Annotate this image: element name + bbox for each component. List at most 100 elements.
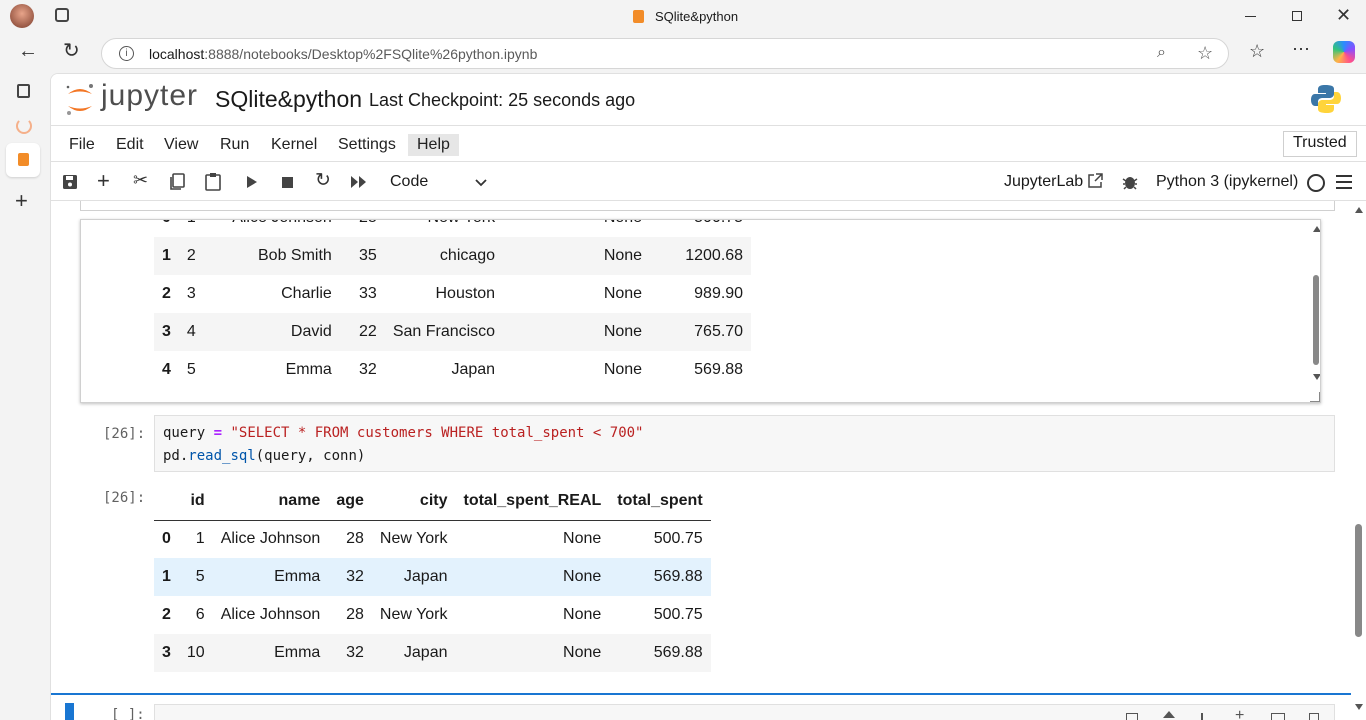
trusted-button[interactable]: Trusted: [1283, 131, 1357, 157]
reload-icon[interactable]: ↻: [63, 41, 80, 61]
url-host: localhost: [149, 46, 205, 62]
cell-type-select[interactable]: Code: [385, 168, 493, 196]
browser-sidebar: +: [0, 73, 50, 720]
table-row: 1 5 Emma 32 Japan None 569.88: [154, 558, 711, 596]
site-info-icon[interactable]: i: [119, 46, 134, 61]
column-total-spent-real: total_spent_REAL: [463, 491, 602, 509]
scroll-up-arrow-icon[interactable]: [1313, 226, 1320, 232]
run-icon[interactable]: [246, 175, 258, 189]
favorites-icon[interactable]: ☆: [1249, 42, 1265, 60]
insert-cell-icon[interactable]: +: [97, 170, 110, 192]
menu-run[interactable]: Run: [211, 134, 258, 156]
page-scrollbar[interactable]: [1351, 201, 1366, 720]
favorite-star-icon[interactable]: ☆: [1197, 44, 1213, 62]
workspaces-icon[interactable]: [55, 8, 69, 22]
kernel-name[interactable]: Python 3 (ipykernel): [1156, 173, 1298, 191]
menu-view[interactable]: View: [155, 134, 207, 156]
cell-toolbar: +: [1121, 707, 1321, 720]
back-icon[interactable]: ←: [18, 41, 38, 61]
external-link-icon[interactable]: [1087, 173, 1103, 189]
cut-icon[interactable]: ✂: [133, 171, 148, 189]
table-row: 1 2 Bob Smith 35 chicago None 1200.68: [154, 237, 752, 275]
table-row: 2 3 Charlie 33 Houston None 989.90: [162, 285, 744, 302]
stop-icon[interactable]: [282, 177, 293, 188]
notebook-panel[interactable]: 0 1 Alice Johnson 28 New York None 500.7…: [51, 201, 1351, 720]
table-row: 3 4 David 22 San Francisco None 765.70: [154, 313, 752, 351]
profile-avatar[interactable]: [10, 4, 34, 28]
address-bar[interactable]: i localhost:8888/notebooks/Desktop%2FSQl…: [101, 38, 1229, 69]
table-row: 4 5 Emma 32 Japan None 569.88: [162, 361, 744, 378]
output-scrollbar[interactable]: [1311, 220, 1320, 402]
copy-icon[interactable]: [169, 173, 186, 191]
column-total-spent: total_spent: [617, 491, 703, 509]
column-city: city: [419, 491, 448, 509]
menu-settings[interactable]: Settings: [329, 134, 405, 156]
table-row: 0 1 Alice Johnson 28 New York None 500.7…: [162, 530, 703, 548]
input-prompt: [26]:: [103, 426, 146, 442]
move-up-icon[interactable]: [1163, 711, 1175, 718]
close-icon[interactable]: ✕: [1336, 6, 1351, 24]
restore-icon[interactable]: [1292, 11, 1302, 21]
cell-menu-icon[interactable]: [1271, 713, 1285, 720]
page-scroll-up-icon[interactable]: [1355, 207, 1363, 213]
copilot-icon[interactable]: [1333, 41, 1355, 63]
menu-kernel[interactable]: Kernel: [262, 134, 326, 156]
url-path: :8888/notebooks/Desktop%2FSQlite%26pytho…: [204, 46, 538, 62]
debugger-bug-icon[interactable]: [1122, 173, 1138, 191]
menu-edit[interactable]: Edit: [107, 134, 153, 156]
output-dataframe-2: id name age city total_spent_REAL total_…: [154, 482, 711, 672]
insert-below-icon[interactable]: +: [1235, 707, 1244, 720]
url-text[interactable]: localhost:8888/notebooks/Desktop%2FSQlit…: [149, 46, 537, 62]
previous-cell-border: [80, 201, 1335, 211]
code-line-1: query = "SELECT * FROM customers WHERE t…: [163, 425, 644, 441]
hamburger-menu-icon[interactable]: [1336, 175, 1352, 189]
loading-tab-icon[interactable]: [16, 118, 32, 134]
more-menu-icon[interactable]: ⋯: [1292, 40, 1310, 58]
code-line-2: pd.read_sql(query, conn): [163, 448, 366, 464]
jupyter-logo-icon[interactable]: [64, 82, 96, 118]
run-all-icon[interactable]: [350, 175, 368, 189]
checkpoint-status: Last Checkpoint: 25 seconds ago: [369, 90, 636, 110]
restart-icon[interactable]: ↻: [315, 171, 331, 190]
tab-favicon-icon: [633, 10, 644, 23]
notebook-title[interactable]: SQlite&python: [215, 86, 362, 113]
active-tab-indicator[interactable]: [6, 143, 40, 177]
table-row: 3 10 Emma 32 Japan None 569.88: [154, 634, 711, 672]
browser-address-row: ← ↻ i localhost:8888/notebooks/Desktop%2…: [0, 33, 1366, 73]
kernel-status-icon: [1307, 174, 1325, 192]
menu-help[interactable]: Help: [408, 134, 459, 156]
active-cell[interactable]: [ ]: +: [51, 693, 1351, 720]
move-down-icon[interactable]: [1201, 713, 1203, 720]
resize-handle-icon[interactable]: [1310, 392, 1320, 402]
jupyter-header: jupyter SQlite&python Last Checkpoint: 2…: [51, 74, 1366, 126]
column-id: id: [190, 491, 205, 509]
python-logo-icon: [1311, 85, 1341, 113]
zoom-icon[interactable]: ⌕: [1157, 45, 1166, 61]
empty-cell-prompt: [ ]:: [111, 707, 145, 720]
page-scrollbar-thumb[interactable]: [1355, 524, 1362, 637]
table-row: 0 1 Alice Johnson 28 New York None 500.7…: [154, 220, 751, 237]
delete-cell-icon[interactable]: [1309, 713, 1319, 720]
tab-title[interactable]: SQlite&python: [655, 9, 738, 24]
new-tab-icon[interactable]: +: [15, 190, 28, 212]
table-row: 2 6 Alice Johnson 28 New York None 500.7…: [162, 606, 703, 623]
save-icon[interactable]: [62, 174, 78, 190]
code-cell-input[interactable]: query = "SELECT * FROM customers WHERE t…: [154, 415, 1335, 472]
notebook-tab-icon: [18, 153, 29, 166]
browser-title-bar: SQlite&python ✕: [0, 0, 1366, 33]
jupyter-logo-text[interactable]: jupyter: [101, 79, 198, 113]
scrollbar-thumb[interactable]: [1313, 275, 1319, 365]
menu-bar: File Edit View Run Kernel Settings Help …: [51, 127, 1366, 162]
minimize-icon[interactable]: [1245, 16, 1256, 17]
tab-actions-icon[interactable]: [17, 84, 30, 98]
output-dataframe-1: 0 1 Alice Johnson 28 New York None 500.7…: [154, 220, 752, 389]
jupyterlab-link[interactable]: JupyterLab: [1004, 173, 1083, 191]
scroll-down-arrow-icon[interactable]: [1313, 374, 1320, 380]
table-header-row: id name age city total_spent_REAL total_…: [154, 482, 711, 520]
chevron-down-icon: [475, 179, 487, 187]
output-scroll-area[interactable]: 0 1 Alice Johnson 28 New York None 500.7…: [80, 219, 1321, 403]
menu-file[interactable]: File: [60, 134, 104, 156]
duplicate-cell-icon[interactable]: [1126, 713, 1138, 720]
paste-icon[interactable]: [205, 172, 221, 191]
page-scroll-down-icon[interactable]: [1355, 704, 1363, 710]
